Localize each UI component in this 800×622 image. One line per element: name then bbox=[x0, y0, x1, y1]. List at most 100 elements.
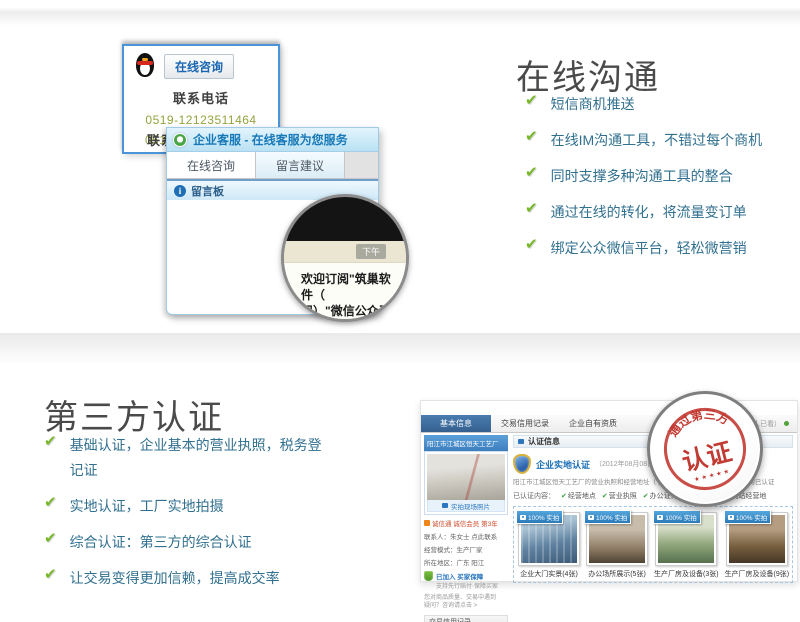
mini-check-icon: ✔ bbox=[561, 493, 567, 500]
tab-online-consult[interactable]: 在线咨询 bbox=[167, 152, 256, 178]
sidebar-note: 您对商品质量、交易中遇到 疑问？咨询请点击 > bbox=[424, 594, 508, 610]
member-badge-icon bbox=[424, 520, 430, 526]
svg-text:通过第三方: 通过第三方 bbox=[662, 400, 734, 442]
feature-text: 让交易变得更加信赖，提高成交率 bbox=[70, 566, 280, 591]
feature-item: ✔ 同时支撑多种沟通工具的整合 bbox=[525, 164, 795, 189]
certified-item: ✔经营地点 bbox=[561, 491, 596, 501]
feature-item: ✔ 基础认证，企业基本的营业执照，税务登记证 bbox=[44, 433, 364, 483]
feature-item: ✔综合认证：第三方的综合认证 bbox=[44, 530, 364, 555]
feature-item: ✔ 在线IM沟通工具，不错过每个商机 bbox=[525, 128, 795, 153]
stamp-arc-text: 通过第三方 bbox=[662, 400, 734, 442]
time-badge: 下午 bbox=[356, 244, 386, 259]
cert-feature-list: ✔ 基础认证，企业基本的营业执照，税务登记证 ✔ 实地认证，工厂实地拍摄 ✔综合认证… bbox=[44, 433, 364, 602]
sidebar-note-line2: 疑问？咨询请点击 > bbox=[424, 602, 508, 610]
feature-text: 通过在线的转化，将流量变订单 bbox=[551, 200, 747, 225]
photo-card[interactable]: 100% 实拍 办公场所展示(5张) bbox=[586, 512, 648, 579]
chat-window-titlebar: 企业客服 - 在线客服为您服务 bbox=[167, 128, 378, 152]
certified-items-label: 已认证内容： bbox=[513, 491, 555, 501]
info-icon: i bbox=[174, 185, 186, 197]
feature-text: 同时支撑多种沟通工具的整合 bbox=[551, 164, 733, 189]
certified-item: ✔营业执照 bbox=[602, 491, 637, 501]
camera-icon bbox=[520, 515, 526, 520]
cert-shield-emblem-icon bbox=[513, 454, 531, 474]
wechat-message-line2: 司）"微信公众平台 bbox=[301, 303, 396, 322]
feature-text: 短信商机推送 bbox=[551, 92, 635, 117]
cert-sidebar: 阳江市江城区恒天工艺厂 实拍现场照片 诚信通 诚信会员 第3年 联系人：朱女士 … bbox=[424, 435, 508, 622]
feature-text: 绑定公众微信平台，轻松微营销 bbox=[551, 236, 747, 261]
member-info-text: 诚信通 诚信会员 第3年 bbox=[432, 518, 498, 528]
cert-name: 企业实地认证 bbox=[536, 458, 590, 471]
real-shot-badge: 100% 实拍 bbox=[584, 510, 631, 524]
marketing-page: 在线咨询 联系电话 0519-12123511464 0519-43126348… bbox=[0, 0, 800, 622]
feature-text: 实地认证，工厂实地拍摄 bbox=[70, 494, 224, 519]
stamp-seal-icon: 通过第三方 认证 ★ ★ ★ ★ ★ bbox=[653, 397, 757, 501]
check-icon: ✔ bbox=[525, 236, 538, 253]
camera-icon bbox=[728, 515, 734, 520]
company-photo-frame: 实拍现场照片 bbox=[424, 451, 508, 515]
chat-time-band: 下午 bbox=[284, 241, 406, 263]
certified-stamp-magnifier: 通过第三方 认证 ★ ★ ★ ★ ★ bbox=[647, 391, 763, 507]
photo-caption: 生产厂房及设备(3张) bbox=[654, 569, 719, 579]
tab-company-qualification[interactable]: 企业自有资质 bbox=[559, 415, 627, 432]
service-logo-icon bbox=[173, 133, 187, 147]
check-icon: ✔ bbox=[525, 200, 538, 217]
camera-icon bbox=[442, 503, 448, 508]
photo-card[interactable]: 100% 实拍 企业大门实景(4张) bbox=[518, 512, 580, 579]
cert-info-title: 认证信息 bbox=[528, 436, 560, 447]
chat-tabs: 在线咨询 留言建议 bbox=[167, 152, 378, 179]
business-mode-line: 经营模式：生产厂家 bbox=[424, 544, 508, 554]
online-consult-button[interactable]: 在线咨询 bbox=[164, 54, 234, 79]
check-icon: ✔ bbox=[44, 530, 57, 547]
feature-text: 在线IM沟通工具，不错过每个商机 bbox=[551, 128, 763, 153]
camera-icon bbox=[588, 515, 594, 520]
photo-album-link[interactable]: 实拍现场照片 bbox=[427, 500, 505, 512]
camera-icon bbox=[657, 515, 663, 520]
cert-info-icon bbox=[518, 439, 524, 444]
contact-phone-heading: 联系电话 bbox=[124, 88, 278, 107]
photo-cards-box: 100% 实拍 企业大门实景(4张) 100% 实拍 办公场所展示(5张) 10… bbox=[513, 506, 793, 583]
chat-window-title: 企业客服 - 在线客服为您服务 bbox=[193, 131, 348, 148]
real-shot-badge: 100% 实拍 bbox=[516, 510, 563, 524]
check-icon: ✔ bbox=[44, 433, 57, 450]
factory-photo bbox=[427, 454, 505, 500]
photo-caption: 生产厂房及设备(9张) bbox=[725, 569, 790, 579]
feature-item: ✔ 绑定公众微信平台，轻松微营销 bbox=[525, 236, 795, 261]
tab-leave-message[interactable]: 留言建议 bbox=[256, 152, 345, 178]
sidebar-note-line1: 您对商品质量、交易中遇到 bbox=[424, 594, 508, 602]
company-name: 阳江市江城区恒天工艺厂 bbox=[424, 435, 508, 451]
feature-text: 基础认证，企业基本的营业执照，税务登记证 bbox=[70, 433, 332, 483]
mini-check-icon: ✔ bbox=[602, 493, 608, 500]
photo-card[interactable]: 100% 实拍 生产厂房及设备(3张) bbox=[654, 512, 719, 579]
photo-caption: 企业大门实景(4张) bbox=[520, 569, 578, 579]
buyer-guarantee: 已加入 买家保障 支持先行赔付·保障买家 bbox=[424, 571, 508, 590]
trade-record-bar[interactable]: 交易信用记录 bbox=[424, 615, 508, 622]
tab-trade-record[interactable]: 交易信用记录 bbox=[491, 415, 559, 432]
guarantee-subtitle: 支持先行赔付·保障买家 bbox=[436, 581, 498, 590]
real-shot-badge: 100% 实拍 bbox=[724, 510, 771, 524]
check-icon: ✔ bbox=[525, 164, 538, 181]
feature-item: ✔ 实地认证，工厂实地拍摄 bbox=[44, 494, 364, 519]
check-icon: ✔ bbox=[525, 128, 538, 145]
section-title-cert: 第三方认证 bbox=[44, 390, 224, 439]
guarantee-title: 已加入 买家保障 bbox=[436, 571, 498, 581]
phone-number: 0519-12123511464 bbox=[124, 113, 278, 127]
message-board-label: 留言板 bbox=[191, 183, 224, 199]
photo-card[interactable]: 100% 实拍 生产厂房及设备(9张) bbox=[725, 512, 790, 579]
online-feature-list: ✔ 短信商机推送 ✔ 在线IM沟通工具，不错过每个商机 ✔ 同时支撑多种沟通工具的整合… bbox=[525, 92, 795, 272]
mini-check-icon: ✔ bbox=[643, 493, 649, 500]
check-icon: ✔ bbox=[44, 494, 57, 511]
chat-tabs-filler bbox=[345, 152, 378, 178]
photo-album-link-text: 实拍现场照片 bbox=[451, 501, 490, 511]
feature-item: ✔ 让交易变得更加信赖，提高成交率 bbox=[44, 566, 364, 591]
check-icon: ✔ bbox=[525, 92, 538, 109]
status-dot-icon bbox=[784, 421, 789, 426]
wechat-zoom-bubble: 下午 欢迎订阅"筑巢软件（ 司）"微信公众平台 10月12日 bbox=[281, 194, 409, 322]
feature-item: ✔ 通过在线的转化，将流量变订单 bbox=[525, 200, 795, 225]
wechat-message-line1: 欢迎订阅"筑巢软件（ bbox=[301, 271, 396, 303]
contact-info-line: 联系人：朱女士 点此联系 bbox=[424, 531, 508, 541]
photo-caption: 办公场所展示(5张) bbox=[588, 569, 646, 579]
tab-basic-info[interactable]: 基本信息 bbox=[421, 415, 491, 432]
real-shot-badge: 100% 实拍 bbox=[653, 510, 700, 524]
member-info-line: 诚信通 诚信会员 第3年 bbox=[424, 518, 508, 528]
check-icon: ✔ bbox=[44, 566, 57, 583]
